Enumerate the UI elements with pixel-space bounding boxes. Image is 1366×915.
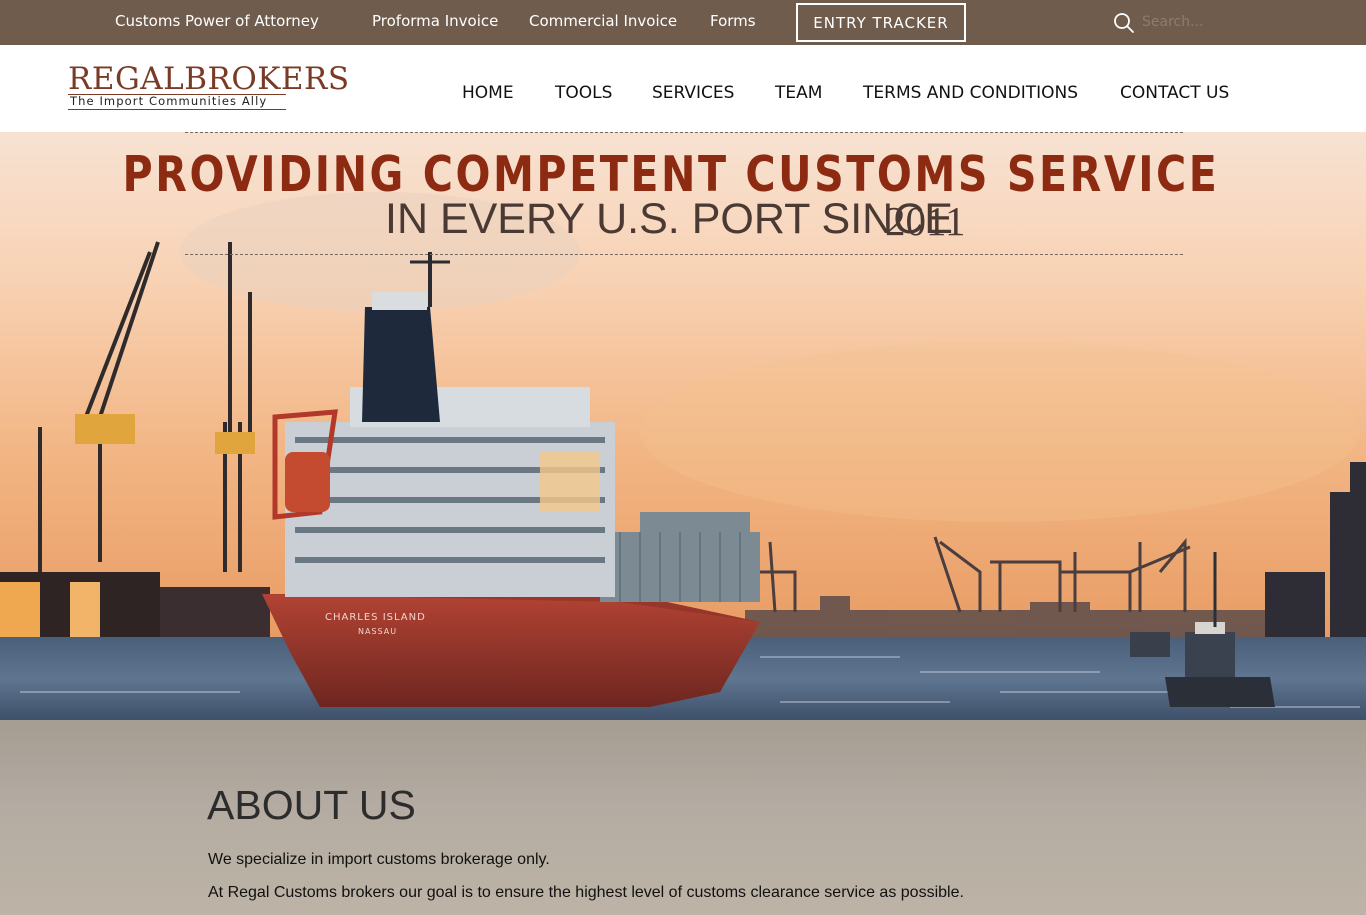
logo-rule-bottom xyxy=(68,109,286,110)
hero-rule-top xyxy=(185,132,1183,133)
about-section: ABOUT US We specialize in import customs… xyxy=(0,720,1366,915)
link-forms[interactable]: Forms xyxy=(710,12,756,30)
link-commercial-invoice[interactable]: Commercial Invoice xyxy=(529,12,677,30)
hero-subheadline: IN EVERY U.S. PORT SINCE xyxy=(385,195,953,243)
ship-port: NASSAU xyxy=(358,627,397,636)
top-utility-bar: Customs Power of Attorney Proforma Invoi… xyxy=(0,0,1366,45)
search-input[interactable] xyxy=(1142,10,1342,34)
about-paragraph-2: At Regal Customs brokers our goal is to … xyxy=(208,884,964,901)
logo-tagline: The Import Communities Ally xyxy=(70,94,268,108)
search-icon[interactable] xyxy=(1113,12,1135,34)
hero-banner: CHARLES ISLAND NASSAU PROVIDING COMPETEN… xyxy=(0,132,1366,720)
nav-tools[interactable]: TOOLS xyxy=(555,83,612,103)
nav-terms-and-conditions[interactable]: TERMS AND CONDITIONS xyxy=(863,83,1078,103)
link-proforma-invoice[interactable]: Proforma Invoice xyxy=(372,12,498,30)
nav-contact-us[interactable]: CONTACT US xyxy=(1120,83,1229,103)
main-header: REGALBROKERS The Import Communities Ally… xyxy=(0,45,1366,132)
hero-year: 2011 xyxy=(885,198,966,244)
link-customs-power-of-attorney[interactable]: Customs Power of Attorney xyxy=(115,12,319,30)
hero-rule-bottom xyxy=(185,254,1183,255)
logo[interactable]: REGALBROKERS The Import Communities Ally xyxy=(68,61,350,112)
about-title: ABOUT US xyxy=(207,782,416,828)
nav-home[interactable]: HOME xyxy=(462,83,514,103)
logo-name: REGALBROKERS xyxy=(68,61,350,97)
entry-tracker-button[interactable]: ENTRY TRACKER xyxy=(796,3,966,42)
about-paragraph-1: We specialize in import customs brokerag… xyxy=(208,851,550,868)
nav-team[interactable]: TEAM xyxy=(775,83,822,103)
nav-services[interactable]: SERVICES xyxy=(652,83,734,103)
ship-name: CHARLES ISLAND xyxy=(325,612,426,623)
